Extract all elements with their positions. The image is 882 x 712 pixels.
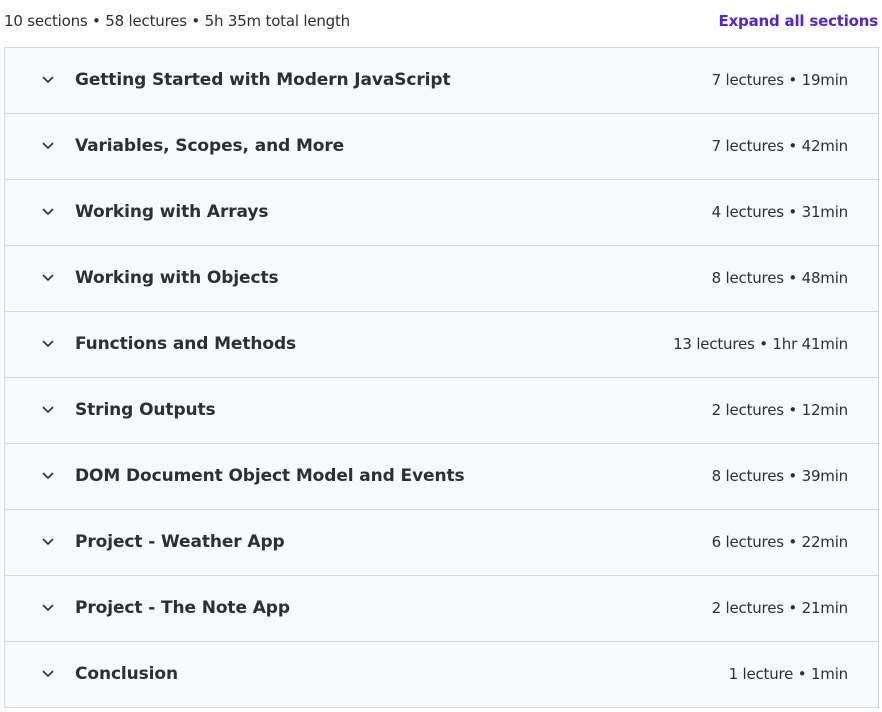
section-panel-2[interactable]: Variables, Scopes, and More 7 lectures •… [5,114,878,180]
chevron-down-icon [41,73,55,87]
section-meta: 6 lectures • 22min [711,533,849,551]
expand-all-sections-button[interactable]: Expand all sections [719,12,879,30]
section-panel-9[interactable]: Project - The Note App 2 lectures • 21mi… [5,576,878,642]
section-meta: 2 lectures • 21min [711,599,849,617]
section-title: String Outputs [75,400,216,420]
section-meta: 7 lectures • 19min [711,71,849,89]
section-panel-7[interactable]: DOM Document Object Model and Events 8 l… [5,444,878,510]
section-title: Working with Objects [75,268,279,288]
section-panel-5[interactable]: Functions and Methods 13 lectures • 1hr … [5,312,878,378]
section-panel-6[interactable]: String Outputs 2 lectures • 12min [5,378,878,444]
section-title: Conclusion [75,664,178,684]
curriculum-header: 10 sections • 58 lectures • 5h 35m total… [0,0,882,44]
section-title: Project - Weather App [75,532,285,552]
section-panel-1[interactable]: Getting Started with Modern JavaScript 7… [5,48,878,114]
section-meta: 13 lectures • 1hr 41min [673,335,848,353]
section-title: Project - The Note App [75,598,290,618]
chevron-down-icon [41,271,55,285]
section-title: Working with Arrays [75,202,269,222]
section-panel-3[interactable]: Working with Arrays 4 lectures • 31min [5,180,878,246]
section-meta: 2 lectures • 12min [711,401,849,419]
curriculum-sections-list: Getting Started with Modern JavaScript 7… [4,47,879,708]
section-meta: 1 lecture • 1min [728,665,849,683]
section-meta: 8 lectures • 39min [711,467,849,485]
chevron-down-icon [41,601,55,615]
chevron-down-icon [41,403,55,417]
section-panel-4[interactable]: Working with Objects 8 lectures • 48min [5,246,878,312]
section-panel-8[interactable]: Project - Weather App 6 lectures • 22min [5,510,878,576]
section-title: Getting Started with Modern JavaScript [75,70,451,90]
section-title: Variables, Scopes, and More [75,136,345,156]
section-title: DOM Document Object Model and Events [75,466,465,486]
chevron-down-icon [41,667,55,681]
section-title: Functions and Methods [75,334,297,354]
section-meta: 4 lectures • 31min [711,203,849,221]
section-meta: 7 lectures • 42min [711,137,849,155]
curriculum-summary: 10 sections • 58 lectures • 5h 35m total… [4,12,350,30]
chevron-down-icon [41,469,55,483]
chevron-down-icon [41,337,55,351]
section-panel-10[interactable]: Conclusion 1 lecture • 1min [5,642,878,707]
chevron-down-icon [41,205,55,219]
chevron-down-icon [41,139,55,153]
section-meta: 8 lectures • 48min [711,269,849,287]
chevron-down-icon [41,535,55,549]
